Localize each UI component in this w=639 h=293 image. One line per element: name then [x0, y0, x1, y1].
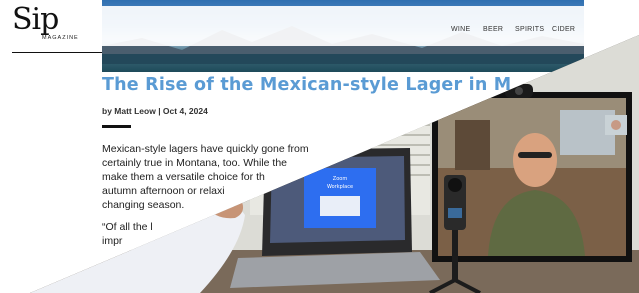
- nav-item-wine[interactable]: WINE: [451, 26, 470, 33]
- nav-item-spirits[interactable]: SPIRITS: [515, 26, 544, 33]
- glasses: [518, 152, 552, 158]
- nav-bar: [102, 6, 584, 46]
- man-face: [513, 133, 557, 187]
- logo-word: Sip: [12, 2, 59, 37]
- paragraph-line: changing season.: [102, 199, 185, 211]
- zoom-app-title: Zoom: [333, 176, 348, 182]
- quote-line: impr: [102, 235, 123, 247]
- nav-item-beer[interactable]: BEER: [483, 26, 503, 33]
- logo-divider: [12, 52, 108, 53]
- logo-subtitle: MAGAZINE: [42, 35, 79, 41]
- byline-underline: [102, 125, 131, 128]
- paragraph-line: certainly true in Montana, too. While th…: [102, 157, 288, 169]
- svg-text:Workplace: Workplace: [327, 184, 353, 190]
- article-byline: by Matt Leow | Oct 4, 2024: [102, 106, 208, 116]
- paragraph-line: autumn afternoon or relaxi: [102, 185, 225, 197]
- paragraph-line: make them a versatile choice for th: [102, 171, 265, 183]
- nav-item-cider[interactable]: CIDER: [552, 26, 575, 33]
- quote-line: “Of all the l: [102, 221, 153, 233]
- sip-logo[interactable]: Sip MAGAZINE: [12, 2, 108, 53]
- paragraph-line: Mexican-style lagers have quickly gone f…: [102, 143, 309, 155]
